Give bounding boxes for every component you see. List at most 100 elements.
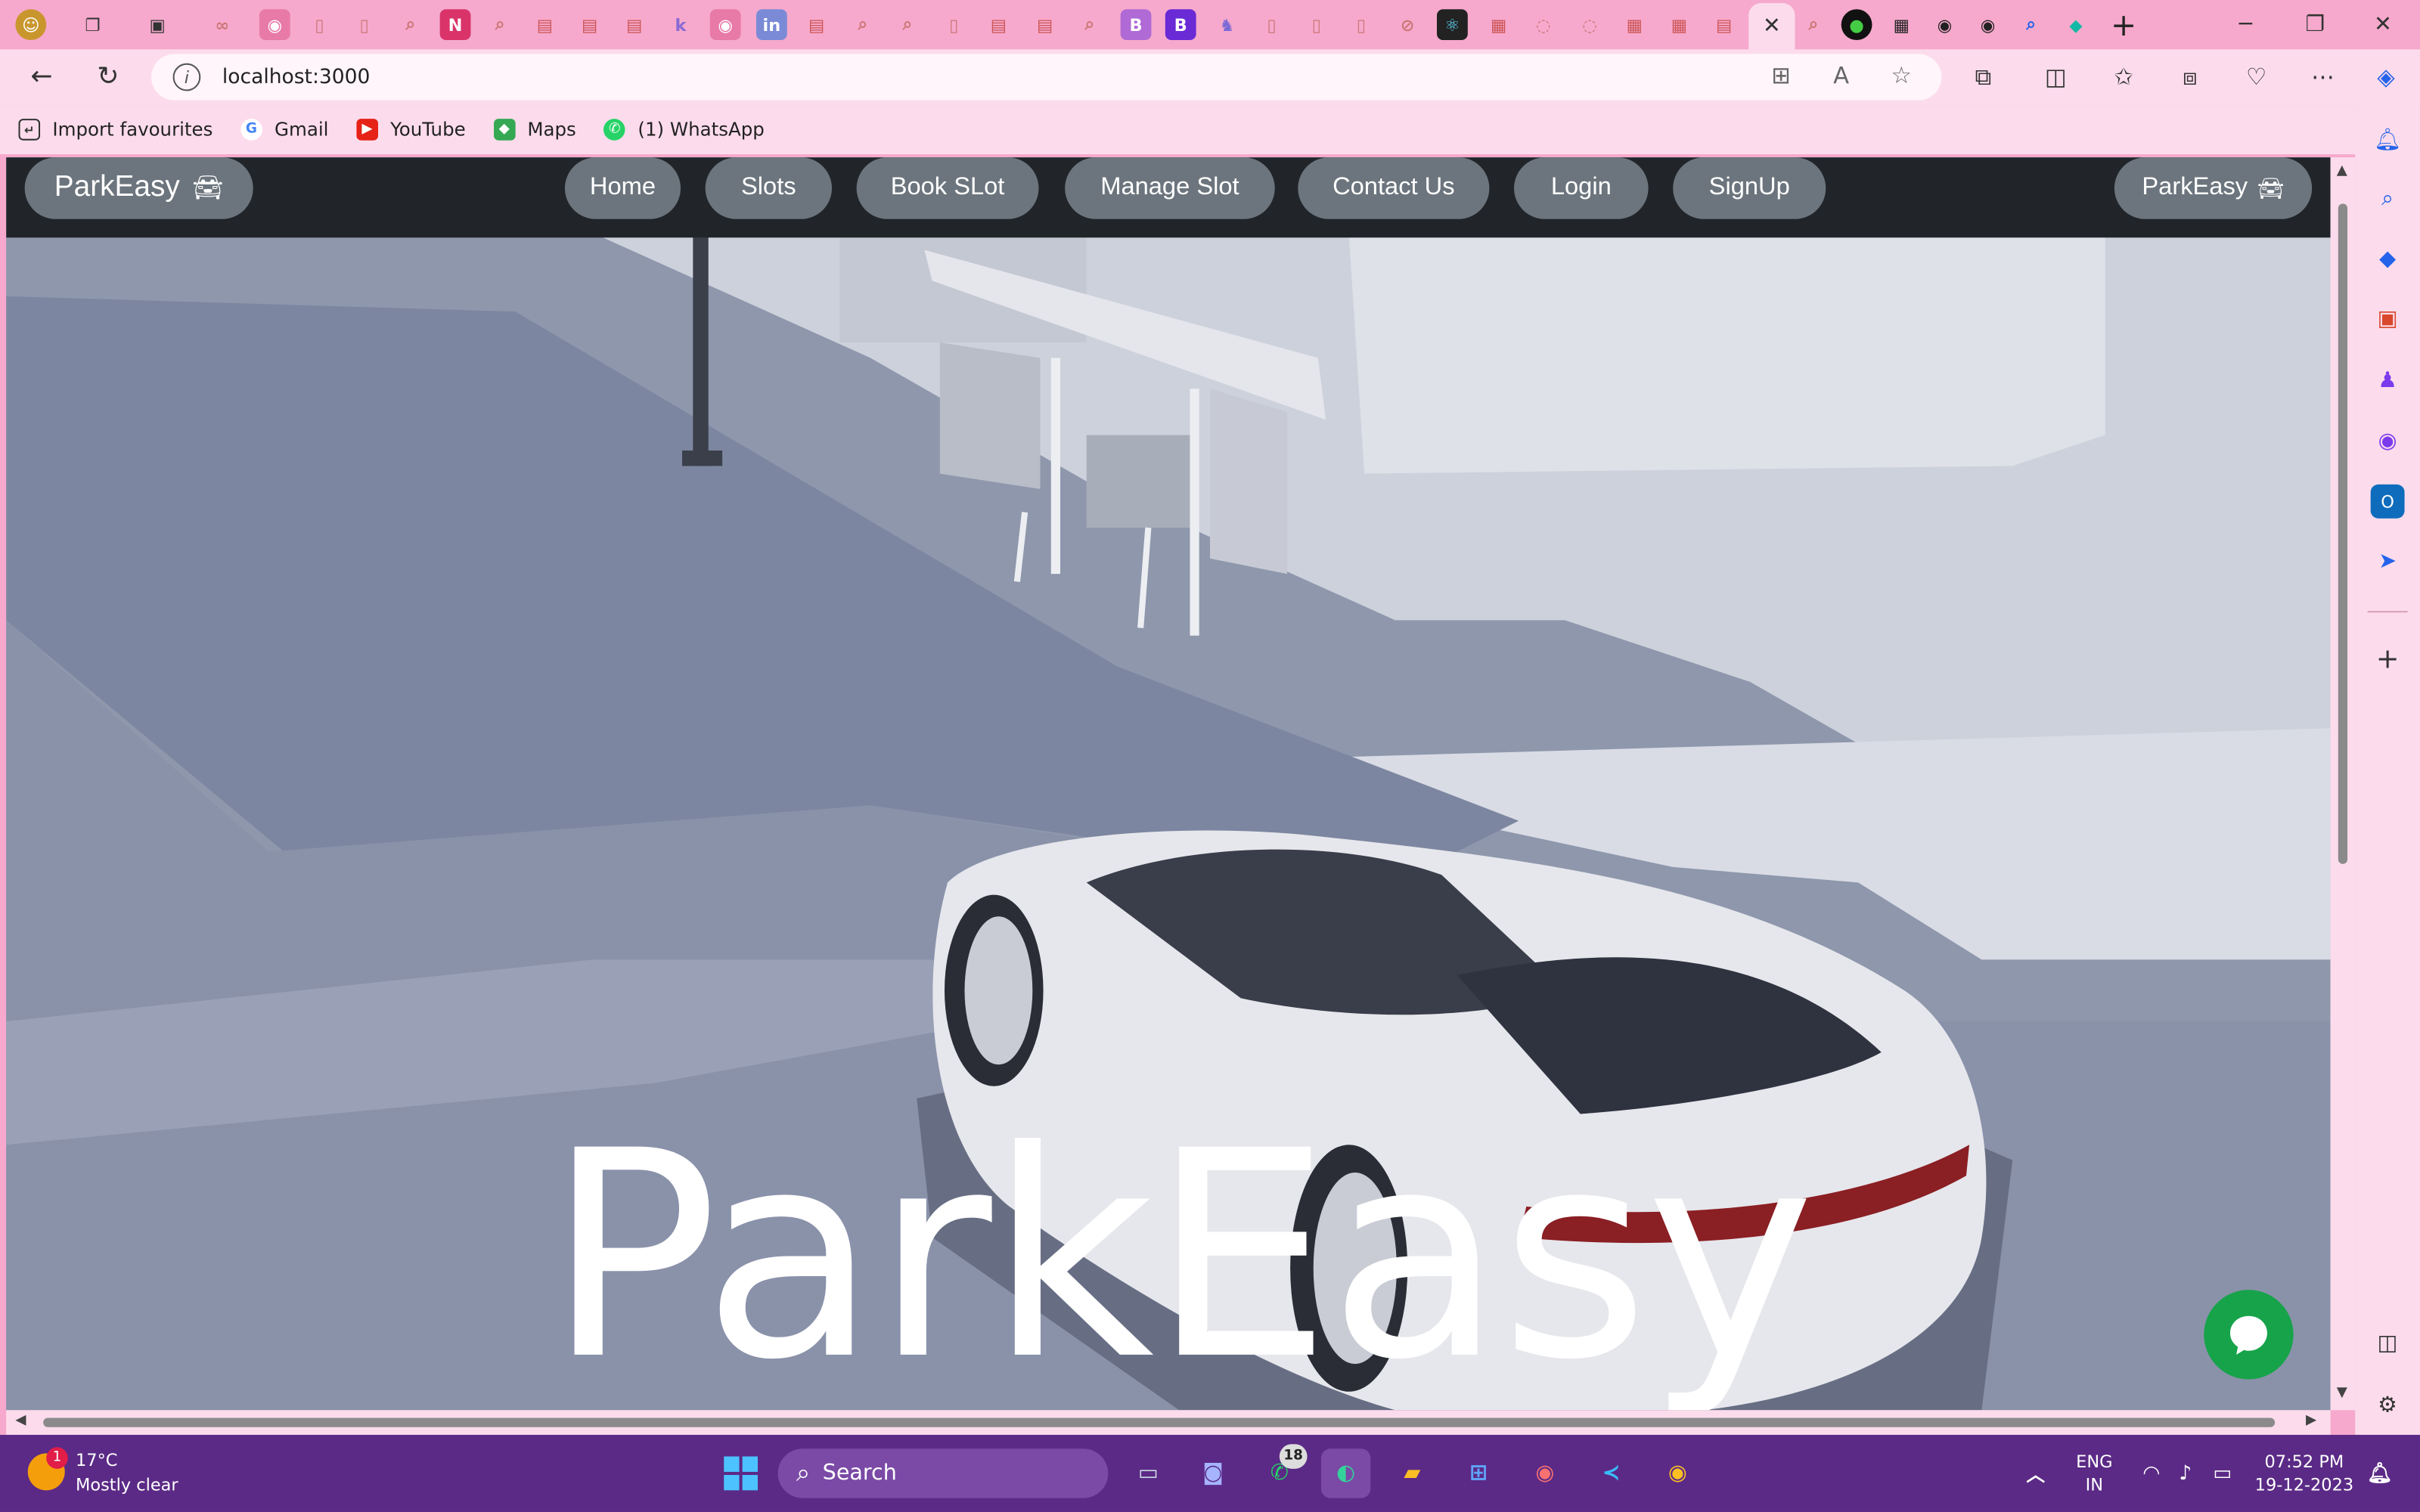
- nav-contact-us[interactable]: Contact Us: [1298, 157, 1490, 219]
- vertical-scroll-thumb[interactable]: [2338, 203, 2348, 864]
- tab-actions-icon[interactable]: ▣: [142, 9, 173, 40]
- search-icon[interactable]: ⌕: [2371, 182, 2405, 216]
- notion-tab-icon[interactable]: N: [439, 9, 471, 41]
- linkedin-tab-icon[interactable]: in: [755, 9, 787, 41]
- close-tab-icon[interactable]: ✕: [1763, 14, 1781, 39]
- whatsapp-app-icon[interactable]: ✆ 18: [1255, 1444, 1308, 1498]
- vscode-icon[interactable]: ≺: [1587, 1448, 1636, 1498]
- browser-essentials-icon[interactable]: ♡: [2238, 59, 2275, 96]
- extensions-icon[interactable]: ⧉: [1965, 59, 2002, 96]
- weather-widget[interactable]: 1 17°C Mostly clear: [27, 1447, 197, 1499]
- show-hidden-icons[interactable]: ︿: [2011, 1448, 2060, 1498]
- scroll-right-arrow-icon[interactable]: ▶: [2306, 1413, 2316, 1428]
- app-available-icon[interactable]: ⊞: [1763, 57, 1800, 94]
- github-tab-icon[interactable]: ◉: [259, 9, 290, 41]
- read-aloud-icon[interactable]: A: [1823, 57, 1860, 94]
- back-icon[interactable]: ←: [22, 59, 62, 96]
- add-sidebar-app-icon[interactable]: +: [2371, 642, 2405, 676]
- bootstrap-tab-icon[interactable]: B: [1165, 9, 1196, 41]
- link-tab-icon[interactable]: ⊘: [1392, 9, 1423, 40]
- outlook-icon[interactable]: O: [2370, 484, 2405, 519]
- clock[interactable]: 07:52 PM 19-12-2023: [2250, 1450, 2358, 1496]
- favourite-whatsapp[interactable]: ✆ (1) WhatsApp: [603, 119, 765, 141]
- favourite-gmail[interactable]: G Gmail: [240, 119, 328, 141]
- pdf-tab-icon[interactable]: ▤: [801, 9, 832, 40]
- react-tab-icon[interactable]: ⚛: [1436, 9, 1468, 41]
- collections-icon[interactable]: ⧈: [2171, 59, 2208, 96]
- edge-browser-icon[interactable]: ◐: [1320, 1448, 1371, 1498]
- document-tab-icon[interactable]: ▯: [1301, 9, 1332, 40]
- pdf-tab-icon[interactable]: ▤: [1708, 9, 1739, 40]
- bootstrap-tab-icon[interactable]: B: [1120, 9, 1152, 41]
- start-windows-icon[interactable]: [716, 1448, 765, 1498]
- task-view-icon[interactable]: ▭: [1124, 1448, 1173, 1498]
- teams-meet-icon[interactable]: ◙: [1188, 1448, 1237, 1498]
- brand-right-link[interactable]: ParkEasy 🚘︎: [2114, 157, 2313, 219]
- document-tab-icon[interactable]: ▯: [1346, 9, 1377, 40]
- search-tab-icon[interactable]: ⌕: [395, 9, 426, 40]
- calendar-tab-icon[interactable]: ▦: [1664, 9, 1695, 40]
- github-tab-icon[interactable]: ◉: [709, 9, 741, 41]
- favourite-maps[interactable]: ◆ Maps: [493, 119, 576, 141]
- search-tab-icon[interactable]: ⌕: [1798, 9, 1829, 40]
- send-icon[interactable]: ➤: [2371, 544, 2405, 578]
- games-icon[interactable]: ♟: [2371, 364, 2405, 398]
- pdf-tab-icon[interactable]: ▤: [619, 9, 650, 40]
- shopping-icon[interactable]: ◆: [2371, 242, 2405, 276]
- microsoft365-icon[interactable]: ◉: [2371, 424, 2405, 458]
- pdf-tab-icon[interactable]: ▤: [529, 9, 560, 40]
- split-screen-icon[interactable]: ◫: [2037, 59, 2074, 96]
- calendar-tab-icon[interactable]: ▦: [1619, 9, 1650, 40]
- notification-bell-icon[interactable]: 🔔︎: [2355, 1448, 2404, 1498]
- kotlin-tab-icon[interactable]: k: [666, 9, 697, 40]
- copilot-icon[interactable]: ◈: [2368, 59, 2405, 96]
- vertical-scrollbar[interactable]: ▲ ▼: [2330, 157, 2356, 1411]
- search-tab-icon[interactable]: ⌕: [485, 9, 516, 40]
- document-tab-icon[interactable]: ▯: [1256, 9, 1287, 40]
- language-indicator[interactable]: ENG IN: [2068, 1450, 2121, 1496]
- battery-icon[interactable]: ▭: [2198, 1448, 2247, 1498]
- github-tab-icon[interactable]: ◌: [1575, 9, 1606, 40]
- site-info-icon[interactable]: i: [172, 63, 201, 91]
- nav-login[interactable]: Login: [1514, 157, 1649, 219]
- favourite-import[interactable]: ↵ Import favourites: [18, 119, 213, 141]
- favourites-icon[interactable]: ✩: [2105, 59, 2142, 96]
- notifications-icon[interactable]: 🔔︎: [2371, 123, 2405, 157]
- chrome-profile-icon[interactable]: ◉: [1653, 1448, 1702, 1498]
- nav-home[interactable]: Home: [564, 157, 681, 219]
- brand-home-link[interactable]: ParkEasy 🚘︎: [24, 157, 253, 219]
- pdf-tab-icon[interactable]: ▤: [983, 9, 1014, 40]
- search-tab-icon[interactable]: ⌕: [1074, 9, 1105, 40]
- calendar-tab-icon[interactable]: ▦: [1483, 9, 1514, 40]
- close-window-icon[interactable]: ✕: [2352, 6, 2414, 43]
- pdf-tab-icon[interactable]: ▤: [1029, 9, 1060, 40]
- scroll-left-arrow-icon[interactable]: ◀: [15, 1413, 26, 1428]
- scroll-up-arrow-icon[interactable]: ▲: [2337, 163, 2347, 178]
- nav-book-slot[interactable]: Book SLot: [856, 157, 1039, 219]
- horizontal-scrollbar[interactable]: ◀ ▶: [6, 1410, 2331, 1435]
- restore-icon[interactable]: ❐: [2284, 6, 2346, 43]
- settings-icon[interactable]: ⚙: [2371, 1389, 2405, 1423]
- refresh-icon[interactable]: ↻: [88, 59, 128, 96]
- nav-signup[interactable]: SignUp: [1673, 157, 1826, 219]
- nav-manage-slot[interactable]: Manage Slot: [1065, 157, 1275, 219]
- address-bar[interactable]: i localhost:3000: [150, 54, 1942, 101]
- github-tab-icon[interactable]: ◉: [1972, 9, 2003, 40]
- teams-tab-icon[interactable]: ♞: [1212, 9, 1243, 40]
- microsoft-store-icon[interactable]: ⊞: [1454, 1448, 1503, 1498]
- app-tab-icon[interactable]: ◆: [2060, 9, 2091, 40]
- document-tab-icon[interactable]: ▯: [349, 9, 380, 40]
- search-tab-icon[interactable]: ⌕: [2015, 9, 2046, 40]
- tools-icon[interactable]: ▣: [2371, 302, 2405, 336]
- hide-sidebar-icon[interactable]: ◫: [2371, 1327, 2405, 1361]
- github-tab-icon[interactable]: ◌: [1528, 9, 1559, 40]
- pdf-tab-icon[interactable]: ▤: [574, 9, 605, 40]
- horizontal-scroll-thumb[interactable]: [43, 1418, 2276, 1427]
- scroll-down-arrow-icon[interactable]: ▼: [2337, 1386, 2347, 1401]
- document-tab-icon[interactable]: ▯: [939, 9, 970, 40]
- taskbar-search[interactable]: ⌕ Search: [777, 1448, 1109, 1498]
- document-tab-icon[interactable]: ▯: [304, 9, 335, 40]
- search-tab-icon[interactable]: ⌕: [847, 9, 878, 40]
- favourite-star-icon[interactable]: ☆: [1883, 57, 1920, 94]
- calendar-tab-icon[interactable]: ▦: [1886, 9, 1917, 40]
